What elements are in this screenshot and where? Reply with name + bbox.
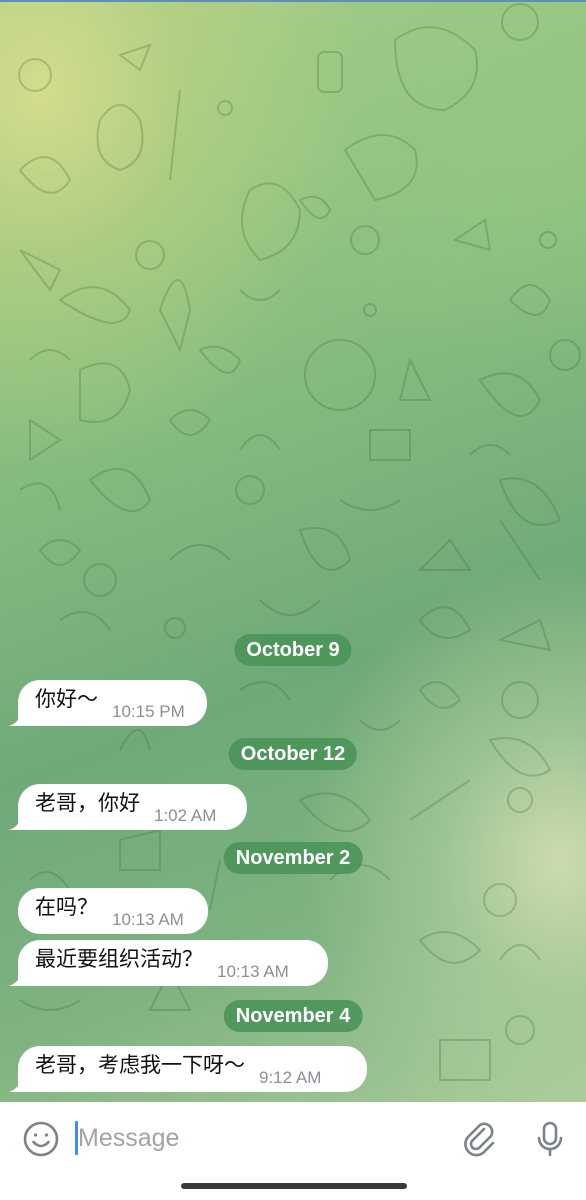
date-separator-november-2: November 2	[223, 842, 363, 874]
message-text: 在吗？	[35, 895, 98, 919]
message-bubble[interactable]: 最近要组织活动？ 10:13 AM	[9, 940, 328, 986]
message-bubble[interactable]: 在吗？10:13 AM	[18, 888, 208, 934]
message-timestamp: 10:13 AM	[217, 962, 289, 981]
message-bubble[interactable]: 老哥，考虑我一下呀～ 9:12 AM	[9, 1046, 367, 1092]
home-indicator[interactable]	[181, 1183, 407, 1189]
message-composer	[0, 1102, 586, 1174]
emoji-icon	[23, 1121, 59, 1157]
attach-button[interactable]	[460, 1120, 498, 1158]
message-bubble[interactable]: 老哥，你好 1:02 AM	[9, 784, 247, 830]
system-navigation-bar	[0, 1174, 586, 1200]
date-separator-october-9: October 9	[234, 634, 352, 666]
emoji-button[interactable]	[22, 1120, 60, 1158]
message-text: 最近要组织活动？	[35, 947, 203, 971]
bubble-tail	[9, 816, 23, 830]
date-separator-november-4: November 4	[223, 1000, 363, 1032]
message-input[interactable]	[78, 1116, 438, 1160]
bubble-tail	[9, 1078, 23, 1092]
message-timestamp: 9:12 AM	[259, 1068, 322, 1087]
message-text: 老哥，你好	[35, 791, 140, 815]
message-bubble[interactable]: 你好～ 10:15 PM	[9, 680, 207, 726]
bubble-tail	[9, 972, 23, 986]
voice-message-button[interactable]	[531, 1120, 569, 1158]
top-divider	[0, 0, 586, 2]
date-separator-october-12: October 12	[228, 738, 358, 770]
message-text: 老哥，考虑我一下呀～	[35, 1053, 245, 1077]
microphone-icon	[537, 1121, 563, 1157]
chat-history[interactable]: October 9 你好～ 10:15 PM October 12 老哥，你好 1:…	[0, 0, 586, 1102]
message-timestamp: 1:02 AM	[154, 806, 217, 825]
paperclip-icon	[464, 1122, 495, 1157]
message-timestamp: 10:15 PM	[112, 702, 185, 721]
chat-screen: October 9 你好～ 10:15 PM October 12 老哥，你好 1:…	[0, 0, 586, 1200]
message-text: 你好～	[35, 687, 98, 711]
bubble-tail	[9, 712, 23, 726]
